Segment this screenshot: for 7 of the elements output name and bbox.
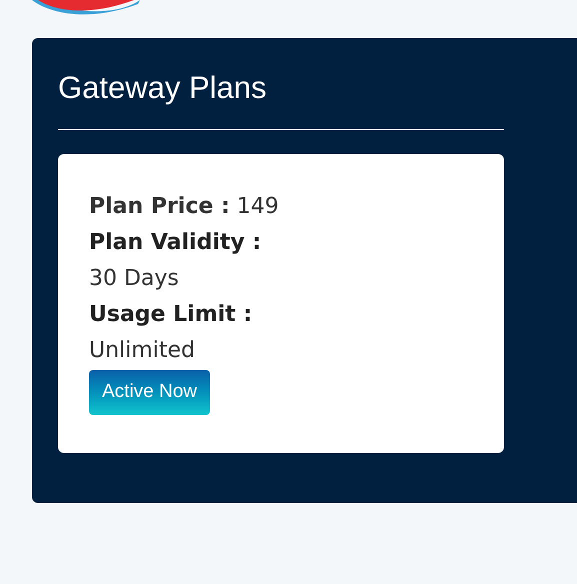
plan-value: Unlimited xyxy=(89,337,196,365)
panel-title: Gateway Plans xyxy=(58,69,268,107)
plan-label: Usage Limit : xyxy=(89,301,254,329)
plan-label: Plan Validity : xyxy=(89,229,262,257)
active-now-button[interactable]: Active Now xyxy=(89,370,210,415)
plan-detail: Plan Price : 149 xyxy=(89,193,280,221)
plan-value: 30 Days xyxy=(89,265,180,293)
